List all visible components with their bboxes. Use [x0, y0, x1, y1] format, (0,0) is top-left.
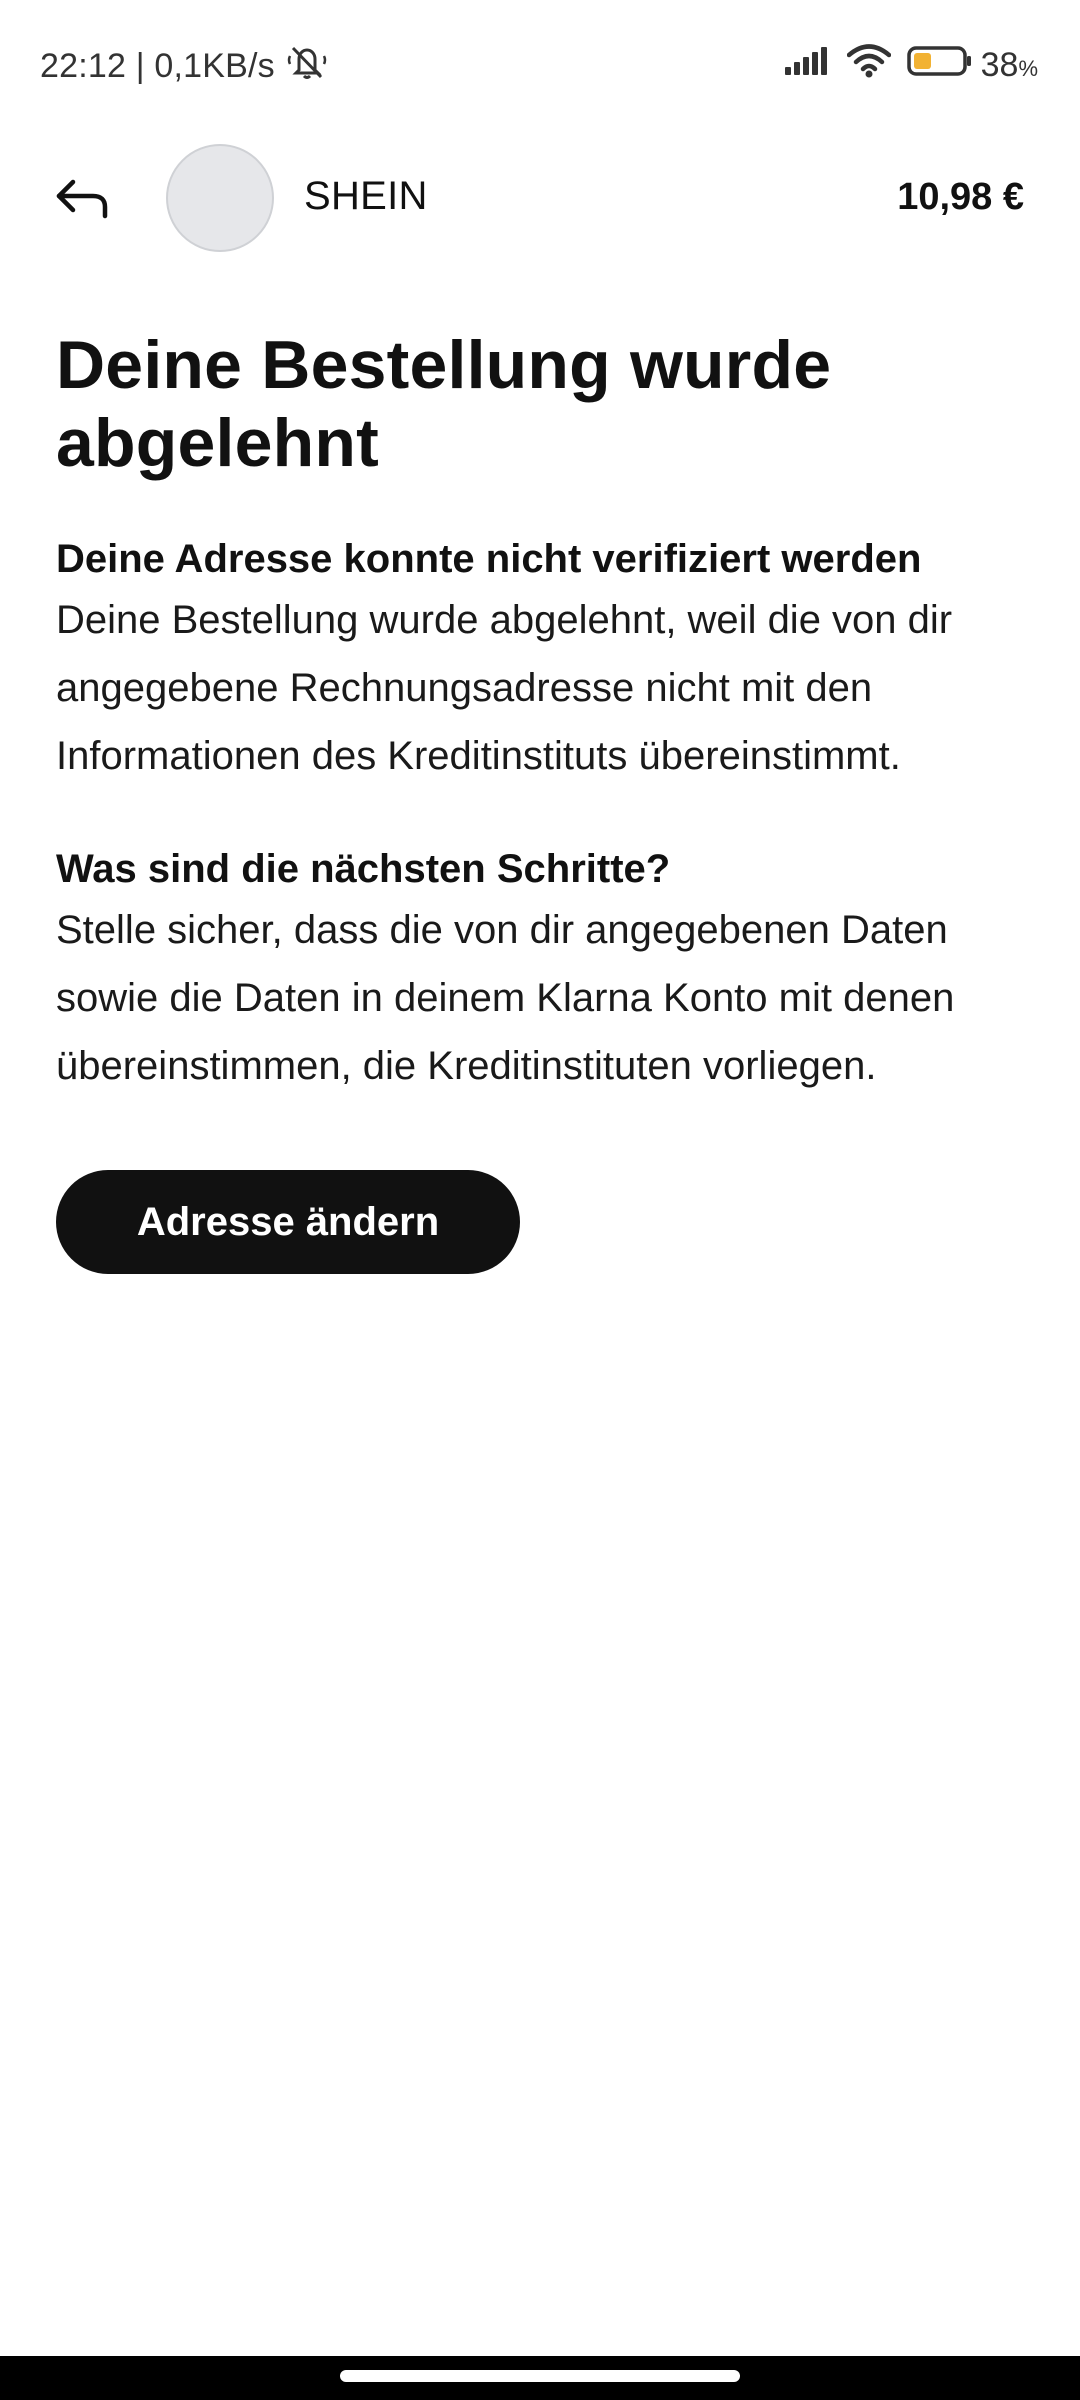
change-address-button[interactable]: Adresse ändern — [56, 1170, 520, 1274]
klarna-order-declined-screen: 22:12 | 0,1KB/s 38% SHEIN 10,98 € Deine … — [0, 0, 1080, 2400]
status-bar: 22:12 | 0,1KB/s 38% — [0, 0, 1080, 130]
battery-percent-unit: % — [1018, 56, 1038, 81]
main-content: Deine Bestellung wurde abgelehnt Deine A… — [56, 326, 1026, 1274]
battery-level-fill — [913, 53, 931, 69]
address-error-section: Deine Adresse konnte nicht verifiziert w… — [56, 534, 1026, 790]
mute-icon — [275, 44, 327, 89]
wifi-icon — [846, 44, 891, 87]
status-right: 38% — [767, 44, 1038, 87]
order-amount: 10,98 € — [897, 176, 1024, 218]
battery-icon — [906, 45, 973, 86]
header: SHEIN 10,98 € — [0, 140, 1080, 260]
section-heading: Deine Adresse konnte nicht verifiziert w… — [56, 537, 922, 581]
battery-percent-value: 38 — [980, 46, 1019, 84]
page-title: Deine Bestellung wurde abgelehnt — [56, 327, 832, 481]
signal-icon — [783, 45, 831, 86]
home-indicator[interactable] — [340, 2370, 740, 2382]
section-body: Deine Bestellung wurde abgelehnt, weil d… — [56, 598, 953, 778]
battery-percent: 38% — [981, 46, 1038, 85]
status-time-speed: 22:12 | 0,1KB/s — [40, 47, 275, 85]
merchant-avatar — [166, 144, 274, 252]
navigation-bar — [0, 2356, 1080, 2400]
next-steps-section: Was sind die nächsten Schritte? Stelle s… — [56, 844, 1026, 1100]
back-button[interactable] — [48, 168, 118, 232]
back-arrow-icon — [55, 174, 111, 227]
merchant-name: SHEIN — [304, 174, 428, 218]
section-heading: Was sind die nächsten Schritte? — [56, 847, 671, 891]
section-body: Stelle sicher, dass die von dir angegebe… — [56, 908, 955, 1088]
status-left: 22:12 | 0,1KB/s — [40, 44, 327, 89]
